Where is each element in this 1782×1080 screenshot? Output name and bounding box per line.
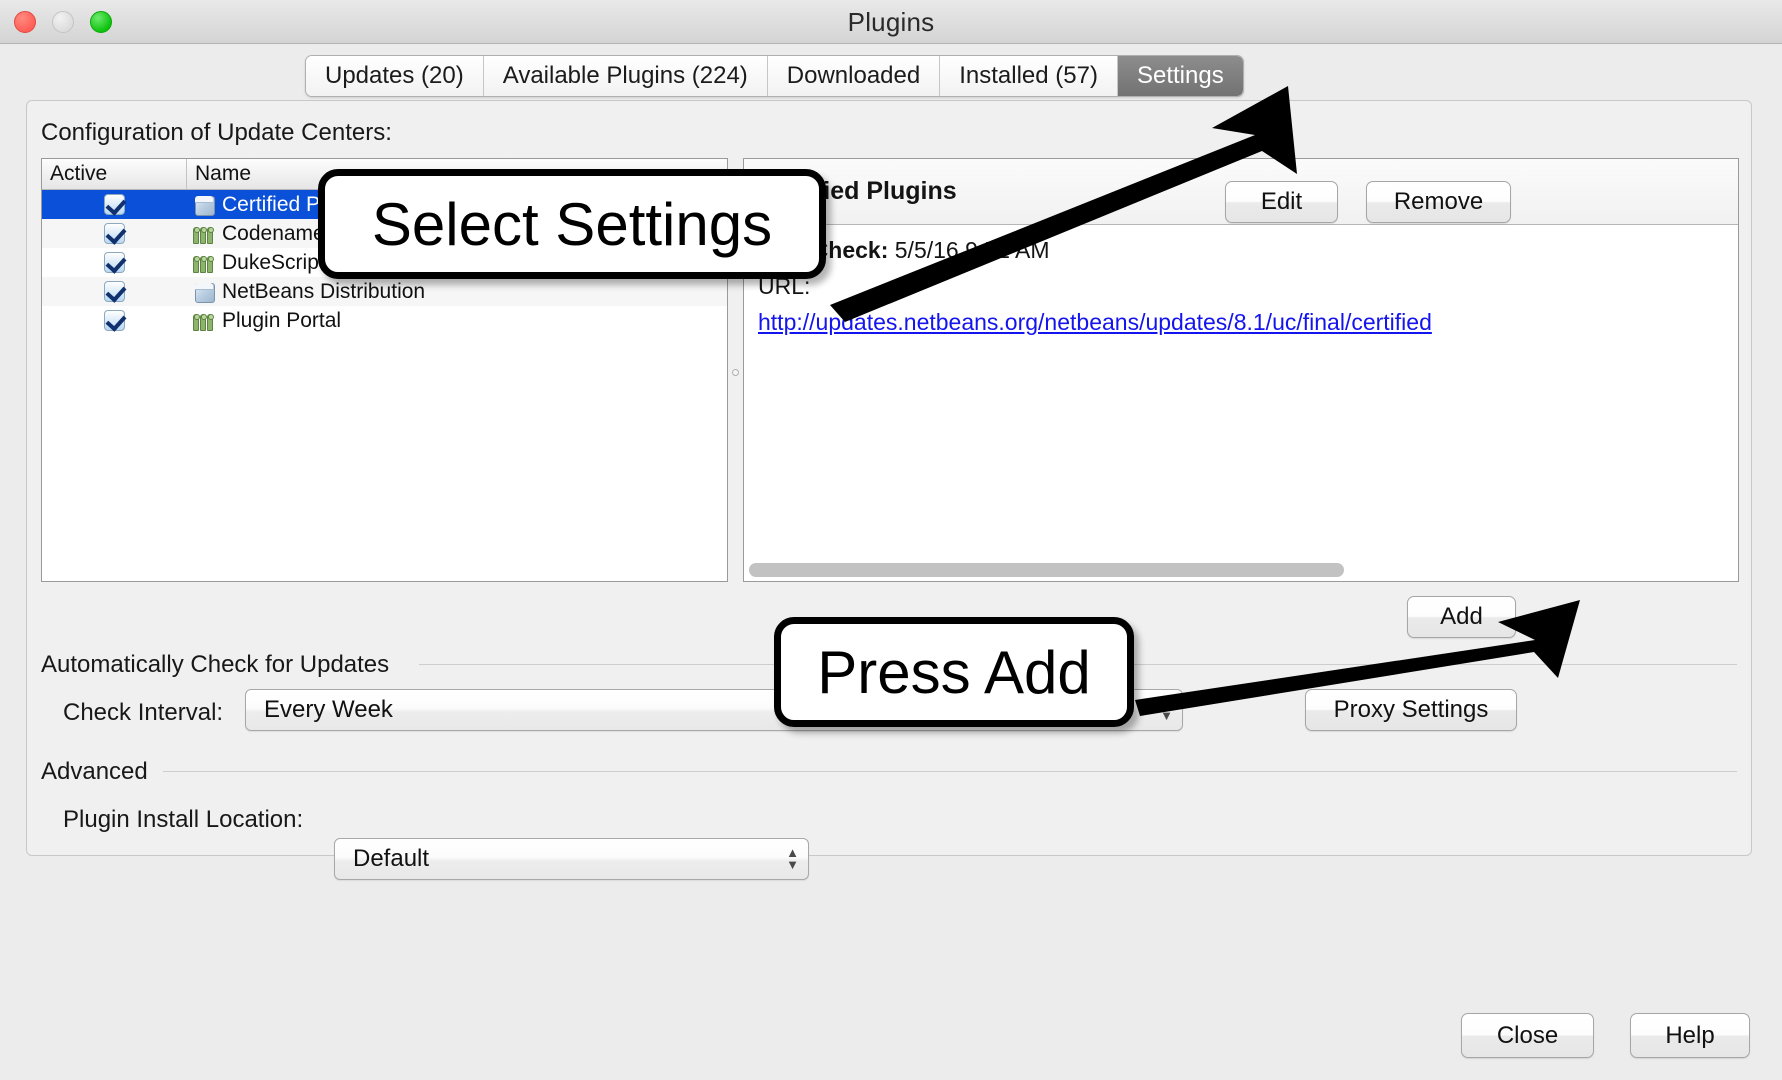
row-active-checkbox-cell[interactable]	[42, 252, 187, 273]
row-name-label: DukeScript	[222, 250, 325, 274]
tab-downloaded[interactable]: Downloaded	[767, 56, 941, 96]
add-button[interactable]: Add	[1407, 596, 1516, 638]
row-name-cell: NetBeans Distribution	[187, 280, 727, 304]
proxy-settings-button[interactable]: Proxy Settings	[1305, 689, 1517, 731]
help-button[interactable]: Help	[1630, 1013, 1750, 1058]
people-icon	[193, 253, 215, 273]
table-row[interactable]: NetBeans Distribution	[42, 277, 727, 306]
edit-button[interactable]: Edit	[1225, 181, 1338, 223]
plugin-install-location-label: Plugin Install Location:	[63, 806, 304, 833]
tab-installed[interactable]: Installed (57)	[940, 56, 1118, 96]
row-active-checkbox-cell[interactable]	[42, 281, 187, 302]
callout-press-add: Press Add	[774, 617, 1134, 727]
stepper-arrows-icon[interactable]: ▲ ▼	[1160, 697, 1173, 722]
column-header-active: Active	[42, 159, 187, 189]
cube-icon	[193, 282, 215, 303]
checkbox-checked-icon[interactable]	[104, 281, 125, 302]
callout-select-settings: Select Settings	[318, 169, 826, 279]
tab-available-plugins[interactable]: Available Plugins (224)	[483, 56, 768, 96]
url-label: URL:	[758, 273, 811, 299]
cube-icon	[193, 195, 215, 216]
checkbox-checked-icon[interactable]	[104, 252, 125, 273]
checkbox-checked-icon[interactable]	[104, 223, 125, 244]
close-button[interactable]: Close	[1461, 1013, 1594, 1058]
advanced-group-separator	[163, 771, 1737, 772]
stepper-arrows-icon[interactable]: ▲ ▼	[786, 846, 799, 871]
window-title: Plugins	[847, 6, 935, 37]
row-active-checkbox-cell[interactable]	[42, 223, 187, 244]
check-interval-value: Every Week	[264, 696, 393, 723]
checkbox-checked-icon[interactable]	[104, 310, 125, 331]
people-icon	[193, 224, 215, 244]
table-row[interactable]: Plugin Portal	[42, 306, 727, 335]
split-pane-divider[interactable]	[732, 369, 739, 376]
tab-updates[interactable]: Updates (20)	[306, 56, 484, 96]
remove-button[interactable]: Remove	[1366, 181, 1511, 223]
checkbox-checked-icon[interactable]	[104, 194, 125, 215]
last-check-row: Last Check: 5/5/16 9:51 AM	[758, 237, 1738, 264]
last-check-value: 5/5/16 9:51 AM	[894, 237, 1050, 263]
people-icon	[193, 311, 215, 331]
plugin-install-location-value: Default	[353, 845, 430, 872]
row-name-label: NetBeans Distribution	[222, 279, 426, 303]
check-interval-label: Check Interval:	[63, 699, 224, 726]
update-center-url-link[interactable]: http://updates.netbeans.org/netbeans/upd…	[758, 309, 1738, 336]
scrollbar-thumb[interactable]	[749, 563, 1344, 577]
window-titlebar: Plugins	[0, 0, 1782, 44]
detail-horizontal-scrollbar[interactable]	[745, 563, 1735, 577]
advanced-group-label: Advanced	[41, 758, 148, 785]
plugin-install-location-select[interactable]: Default ▲ ▼	[334, 838, 809, 880]
row-name-cell: Plugin Portal	[187, 309, 727, 333]
row-active-checkbox-cell[interactable]	[42, 194, 187, 215]
tab-settings[interactable]: Settings	[1117, 56, 1243, 96]
detail-body: Last Check: 5/5/16 9:51 AM URL: http://u…	[744, 225, 1738, 336]
tab-bar: Updates (20) Available Plugins (224) Dow…	[305, 55, 1244, 97]
plugins-dialog: Plugins Updates (20) Available Plugins (…	[0, 0, 1782, 1080]
row-name-label: Plugin Portal	[222, 308, 342, 332]
auto-check-group-label: Automatically Check for Updates	[41, 651, 390, 678]
configuration-label: Configuration of Update Centers:	[41, 119, 392, 146]
settings-panel: Configuration of Update Centers: Active …	[26, 100, 1752, 880]
row-active-checkbox-cell[interactable]	[42, 310, 187, 331]
